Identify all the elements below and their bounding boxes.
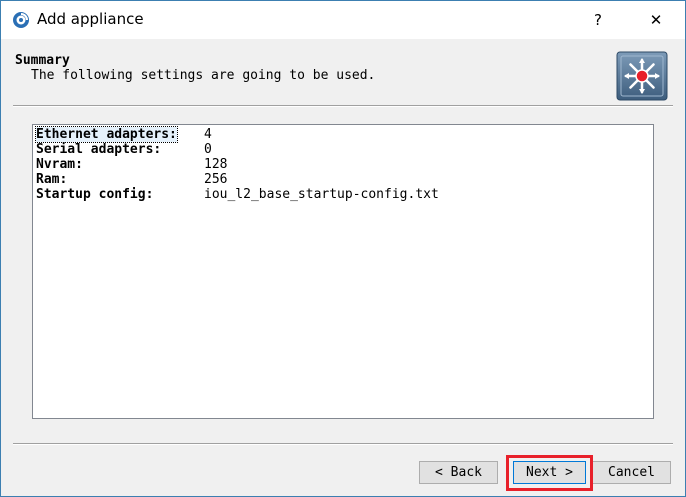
add-appliance-dialog: Add appliance ? ✕ Summary The following …: [0, 0, 686, 497]
page-subtitle: The following settings are going to be u…: [31, 68, 376, 83]
summary-label: Ram:: [36, 172, 68, 187]
summary-value: iou_l2_base_startup-config.txt: [204, 187, 439, 202]
summary-value: 128: [204, 157, 228, 172]
summary-row[interactable]: Nvram: 128: [36, 157, 227, 172]
summary-row[interactable]: Startup config: iou_l2_base_startup-conf…: [36, 187, 439, 202]
wizard-header: Summary The following settings are going…: [1, 39, 685, 105]
gns3-app-icon: [11, 10, 31, 30]
summary-label: Startup config:: [36, 187, 154, 202]
help-button[interactable]: ?: [575, 1, 621, 39]
summary-value: 4: [204, 127, 212, 142]
header-divider: [13, 105, 673, 107]
page-title: Summary: [15, 53, 70, 68]
back-button[interactable]: < Back: [419, 461, 498, 484]
summary-row[interactable]: Ram: 256: [36, 172, 227, 187]
summary-value: 0: [204, 142, 212, 157]
summary-row[interactable]: Ethernet adapters: 4: [35, 126, 212, 143]
close-button[interactable]: ✕: [633, 1, 679, 39]
cancel-button[interactable]: Cancel: [592, 461, 671, 484]
summary-value: 256: [204, 172, 228, 187]
summary-list[interactable]: Ethernet adapters: 4 Serial adapters: 0 …: [32, 124, 654, 419]
summary-label: Serial adapters:: [36, 142, 162, 157]
window-title: Add appliance: [37, 10, 144, 28]
title-bar: Add appliance ? ✕: [1, 1, 685, 39]
summary-label: Ethernet adapters:: [35, 126, 178, 143]
summary-row[interactable]: Serial adapters: 0: [36, 142, 212, 157]
footer-divider: [13, 443, 673, 445]
summary-label: Nvram:: [36, 157, 83, 172]
switch-logo-icon: [616, 51, 668, 101]
next-button[interactable]: Next >: [513, 461, 586, 484]
